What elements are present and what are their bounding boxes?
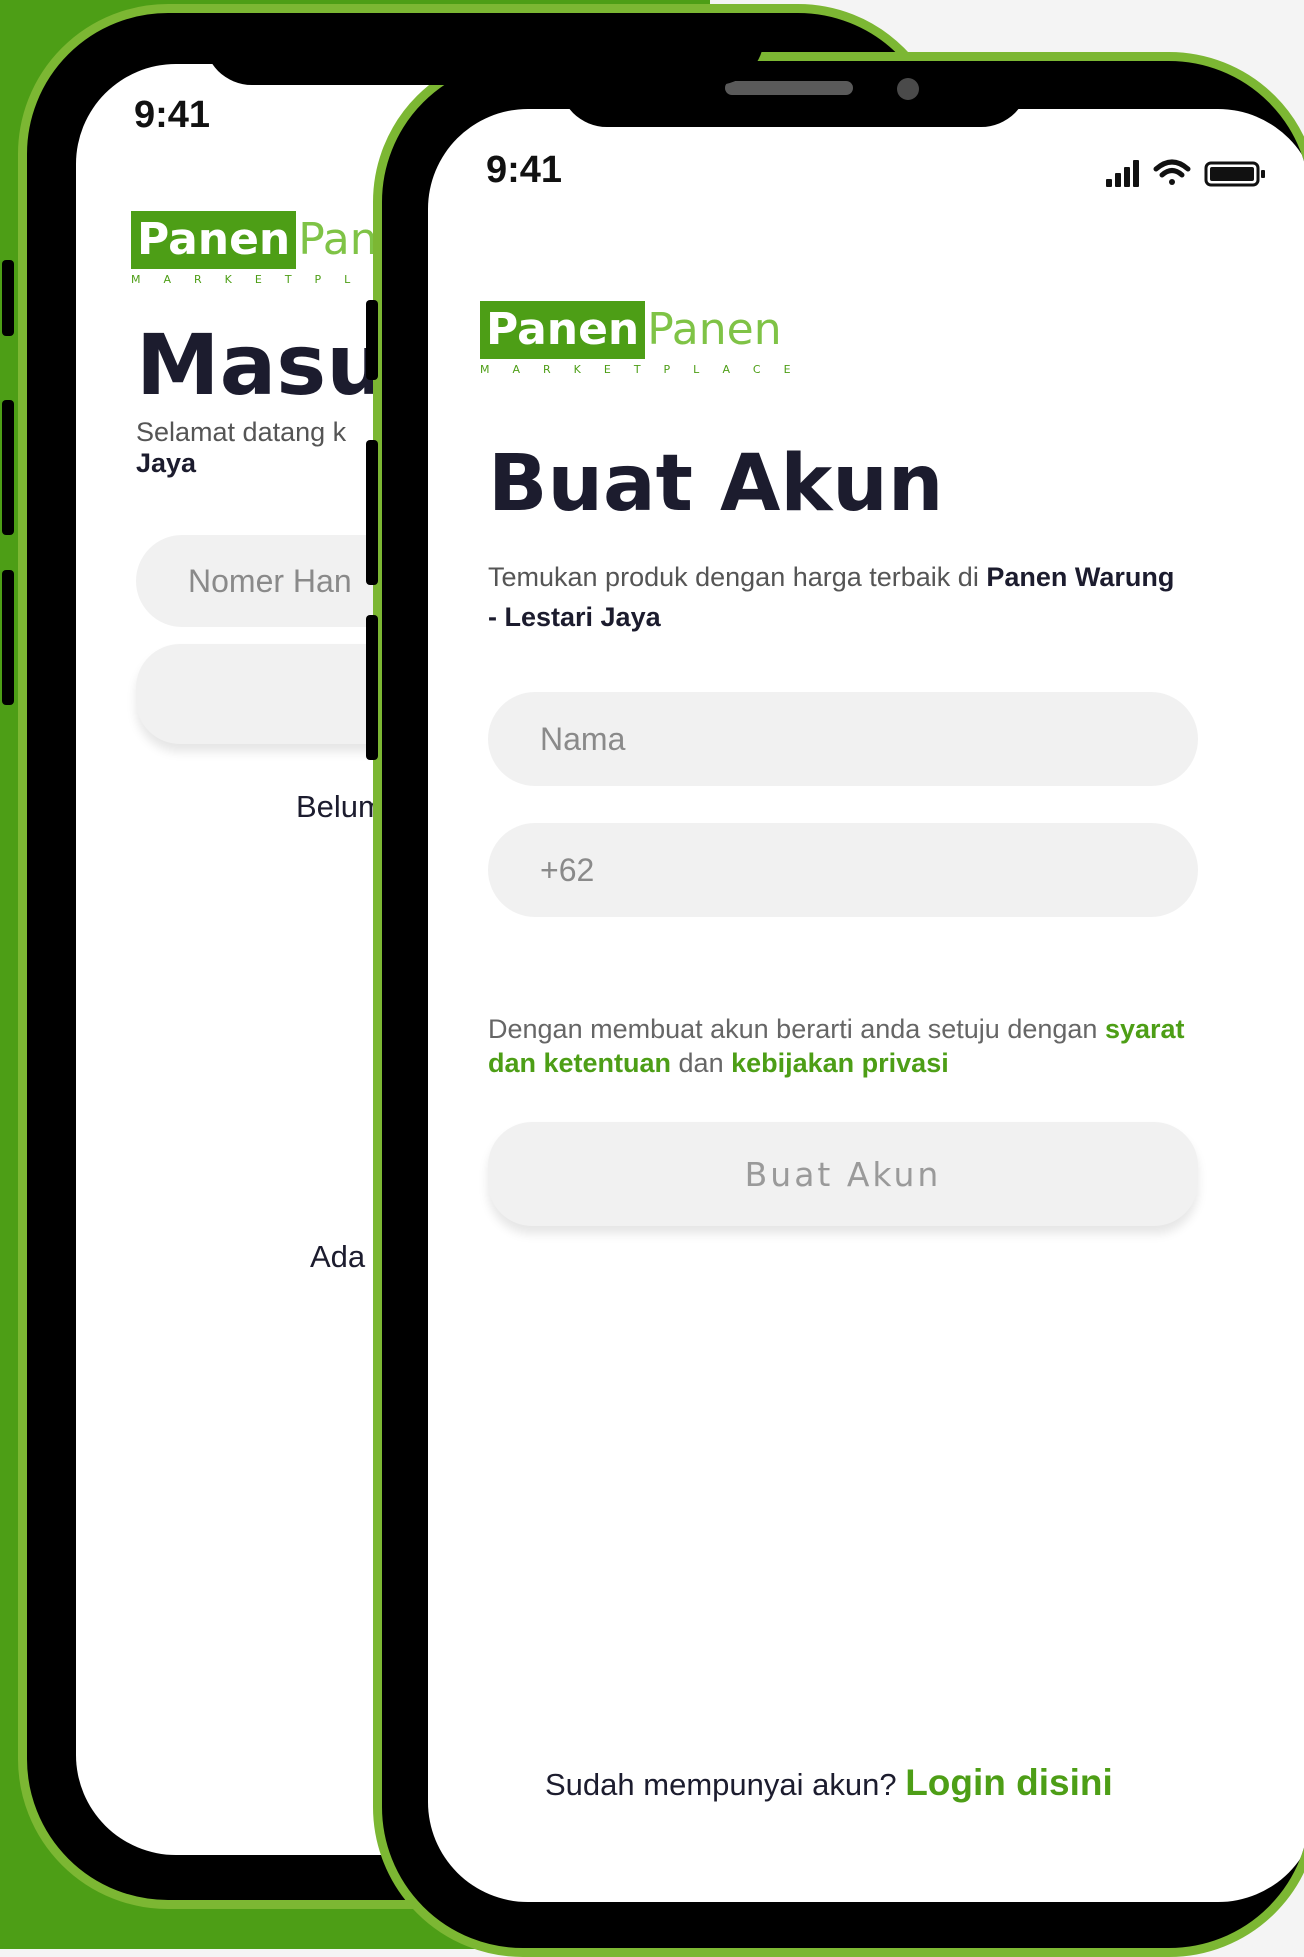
- phone-side-button: [366, 440, 378, 585]
- terms-notice: Dengan membuat akun berarti anda setuju …: [488, 1014, 1185, 1078]
- login-prompt: Sudah mempunyai akun? Login disini: [545, 1762, 1113, 1803]
- page-subtitle: Selamat datang k Jaya: [136, 417, 347, 478]
- phone-mockup-register: 9:41 Panen Panen MARKETPLACE Buat Akun T…: [373, 52, 1304, 1957]
- logo-tagline: MARKETPLACE: [480, 363, 814, 376]
- status-icons: [1106, 157, 1296, 189]
- phone-side-button: [2, 400, 14, 535]
- phone-number-input[interactable]: [488, 823, 1198, 917]
- status-time: 9:41: [134, 94, 211, 136]
- page-title: Buat Akun: [488, 439, 944, 529]
- status-time: 9:41: [486, 149, 563, 191]
- front-camera: [897, 78, 919, 100]
- phone-side-button: [2, 260, 14, 336]
- page-subtitle: Temukan produk dengan harga terbaik di P…: [488, 562, 1175, 632]
- phone-notch: [204, 13, 764, 85]
- register-prompt: Belum: [296, 789, 384, 824]
- register-screen: 9:41 Panen Panen MARKETPLACE Buat Akun T…: [428, 109, 1304, 1902]
- brand-logo: Panen Panen MARKETPLACE: [480, 301, 814, 376]
- page-title: Masu: [136, 316, 387, 414]
- battery-icon: [1204, 161, 1265, 187]
- phone-side-button: [366, 615, 378, 760]
- speaker-grille: [725, 81, 853, 95]
- wifi-icon: [1153, 159, 1191, 185]
- name-input[interactable]: [488, 692, 1198, 786]
- phone-side-button: [366, 300, 378, 380]
- privacy-link[interactable]: kebijakan privasi: [731, 1048, 949, 1078]
- login-link[interactable]: Login disini: [905, 1762, 1113, 1803]
- signal-icon: [1106, 160, 1139, 187]
- create-account-button[interactable]: Buat Akun: [488, 1122, 1198, 1226]
- phone-side-button: [2, 570, 14, 705]
